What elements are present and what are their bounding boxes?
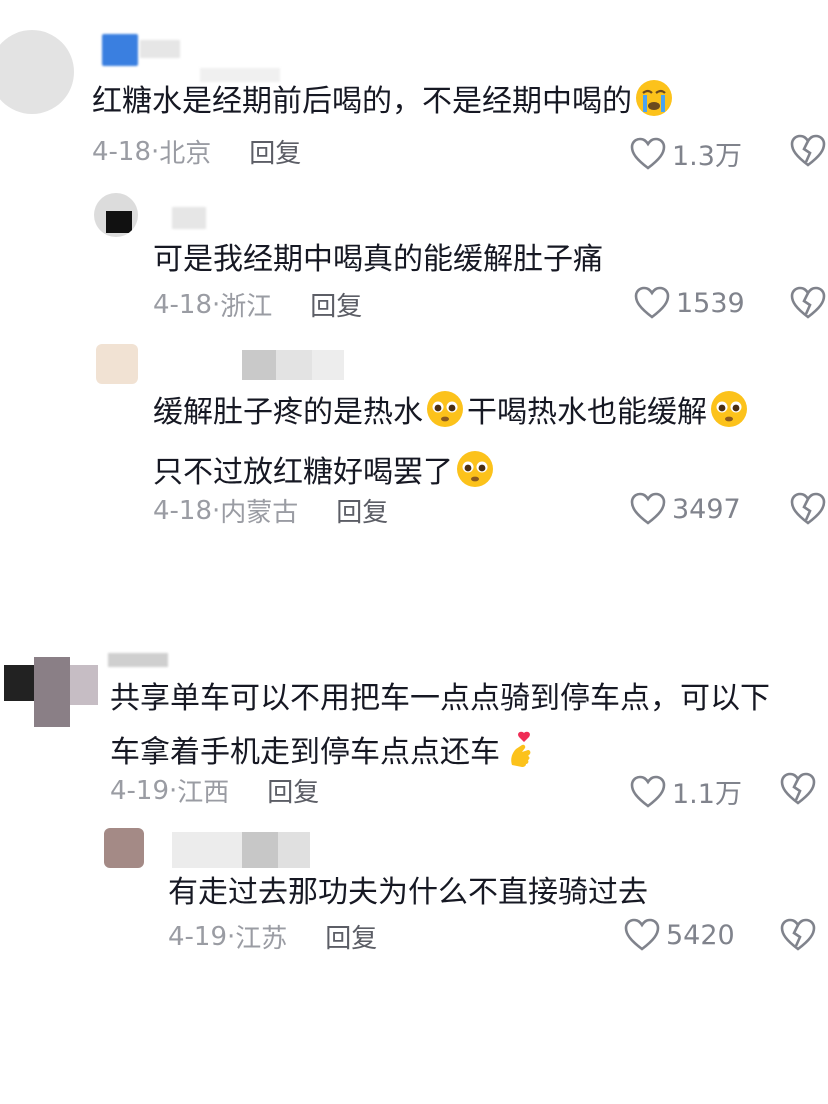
like-count: 1.3万: [672, 141, 742, 172]
comment-text: 缓解肚子疼的是热水 干喝热水也能缓解: [153, 386, 751, 440]
username-blurred[interactable]: [172, 207, 206, 229]
reply-button[interactable]: 回复: [325, 918, 377, 955]
avatar[interactable]: [0, 30, 74, 114]
comment-date: 4-18: [92, 136, 152, 167]
like-button[interactable]: 1.3万: [630, 134, 742, 173]
comment-text: 可是我经期中喝真的能缓解肚子痛: [153, 233, 603, 287]
heart-outline-icon: [634, 286, 670, 319]
comment-meta: 4-18 · 内蒙古 回复: [153, 492, 388, 529]
reply-button[interactable]: 回复: [310, 286, 362, 323]
comment-location: 北京: [159, 139, 212, 169]
loudly-crying-emoji: [636, 80, 672, 116]
meta-separator: ·: [151, 136, 160, 167]
dislike-button[interactable]: [790, 286, 826, 320]
comment-text-line: 干喝热水也能缓解: [467, 395, 707, 430]
meta-separator: ·: [169, 775, 178, 806]
heart-outline-icon: [630, 137, 666, 170]
like-button[interactable]: 5420: [624, 918, 735, 952]
comment-text: 有走过去那功夫为什么不直接骑过去: [168, 866, 648, 920]
like-count: 1539: [676, 287, 745, 319]
like-count: 3497: [672, 493, 741, 525]
username-blurred[interactable]: [102, 34, 138, 66]
comment-text: 共享单车可以不用把车一点点骑到停车点，可以下: [110, 672, 770, 726]
comment-text-line: 缓解肚子疼的是热水: [153, 395, 423, 430]
like-button[interactable]: 3497: [630, 492, 741, 526]
reply-thread-3: 有走过去那功夫为什么不直接骑过去 4-19 · 江苏 回复 5420: [0, 822, 828, 972]
comment-text-line: 可是我经期中喝真的能缓解肚子痛: [153, 242, 603, 277]
comment-text-line: 车拿着手机走到停车点点还车: [110, 735, 500, 770]
blur-block: [172, 832, 242, 868]
like-button[interactable]: 1.1万: [630, 772, 742, 811]
comment-text-line: 红糖水是经期前后喝的，不是经期中喝的: [92, 84, 632, 119]
blur-block: [278, 832, 310, 868]
blur-block: [242, 832, 278, 868]
avatar-blur: [34, 657, 70, 727]
broken-heart-icon: [790, 286, 826, 319]
broken-heart-icon: [780, 772, 816, 805]
comment-location: 内蒙古: [220, 498, 299, 528]
reply-thread-2: 缓解肚子疼的是热水 干喝热水也能缓解 只不过放红糖好喝罢了 4-18 · 内蒙古 …: [0, 340, 828, 540]
like-button[interactable]: 1539: [634, 286, 745, 320]
pleading-face-emoji: [457, 451, 493, 487]
avatar-blur: [4, 665, 34, 701]
comment-location: 浙江: [220, 292, 273, 322]
comment-date: 4-19: [110, 775, 170, 806]
reply-button[interactable]: 回复: [267, 772, 319, 809]
comment-date: 4-19: [168, 921, 228, 952]
username-blur-tail: [140, 40, 180, 58]
comment-date: 4-18: [153, 495, 213, 526]
comment-text-line: 有走过去那功夫为什么不直接骑过去: [168, 875, 648, 910]
username-blurred[interactable]: [242, 350, 344, 380]
broken-heart-icon: [780, 918, 816, 951]
comment-text: 红糖水是经期前后喝的，不是经期中喝的: [92, 75, 676, 129]
comment-meta: 4-18 · 浙江 回复: [153, 286, 362, 323]
dislike-button[interactable]: [790, 134, 826, 168]
comment-location: 江西: [177, 778, 230, 808]
blur-block: [276, 350, 312, 380]
reply-button[interactable]: 回复: [336, 492, 388, 529]
username-blurred[interactable]: [108, 653, 168, 667]
dislike-button[interactable]: [790, 492, 826, 526]
comment-text-line: 只不过放红糖好喝罢了: [153, 455, 453, 490]
heart-outline-icon: [630, 775, 666, 808]
broken-heart-icon: [790, 492, 826, 525]
broken-heart-icon: [790, 134, 826, 167]
comment-meta: 4-19 · 江苏 回复: [168, 918, 377, 955]
like-count: 5420: [666, 919, 735, 951]
comment-text-line: 共享单车可以不用把车一点点骑到停车点，可以下: [110, 681, 770, 716]
meta-separator: ·: [227, 921, 236, 952]
comment-meta: 4-19 · 江西 回复: [110, 772, 319, 809]
meta-separator: ·: [212, 289, 221, 320]
avatar-blur: [106, 211, 132, 233]
finger-heart-emoji: [511, 731, 531, 767]
meta-separator: ·: [212, 495, 221, 526]
reply-thread-1: 可是我经期中喝真的能缓解肚子痛 4-18 · 浙江 回复 1539: [0, 185, 828, 335]
heart-outline-icon: [624, 918, 660, 951]
avatar[interactable]: [104, 828, 144, 868]
comment-date: 4-18: [153, 289, 213, 320]
like-count: 1.1万: [672, 779, 742, 810]
pleading-face-emoji: [427, 391, 463, 427]
avatar[interactable]: [94, 193, 138, 237]
blur-block: [312, 350, 344, 380]
heart-outline-icon: [630, 492, 666, 525]
comment-location: 江苏: [235, 924, 288, 954]
avatar-blur: [70, 665, 98, 705]
avatar[interactable]: [96, 344, 138, 384]
pleading-face-emoji: [711, 391, 747, 427]
dislike-button[interactable]: [780, 772, 816, 806]
avatar[interactable]: [0, 627, 100, 727]
comment-meta: 4-18 · 北京 回复: [92, 133, 301, 170]
reply-button[interactable]: 回复: [249, 133, 301, 170]
dislike-button[interactable]: [780, 918, 816, 952]
blur-block: [242, 350, 276, 380]
comment-thread-1: 红糖水是经期前后喝的，不是经期中喝的 4-18 · 北京 回复 1.3万: [0, 0, 828, 180]
username-blurred[interactable]: [172, 832, 310, 868]
comment-thread-2: 共享单车可以不用把车一点点骑到停车点，可以下 车拿着手机走到停车点点还车 4-1…: [0, 615, 828, 815]
